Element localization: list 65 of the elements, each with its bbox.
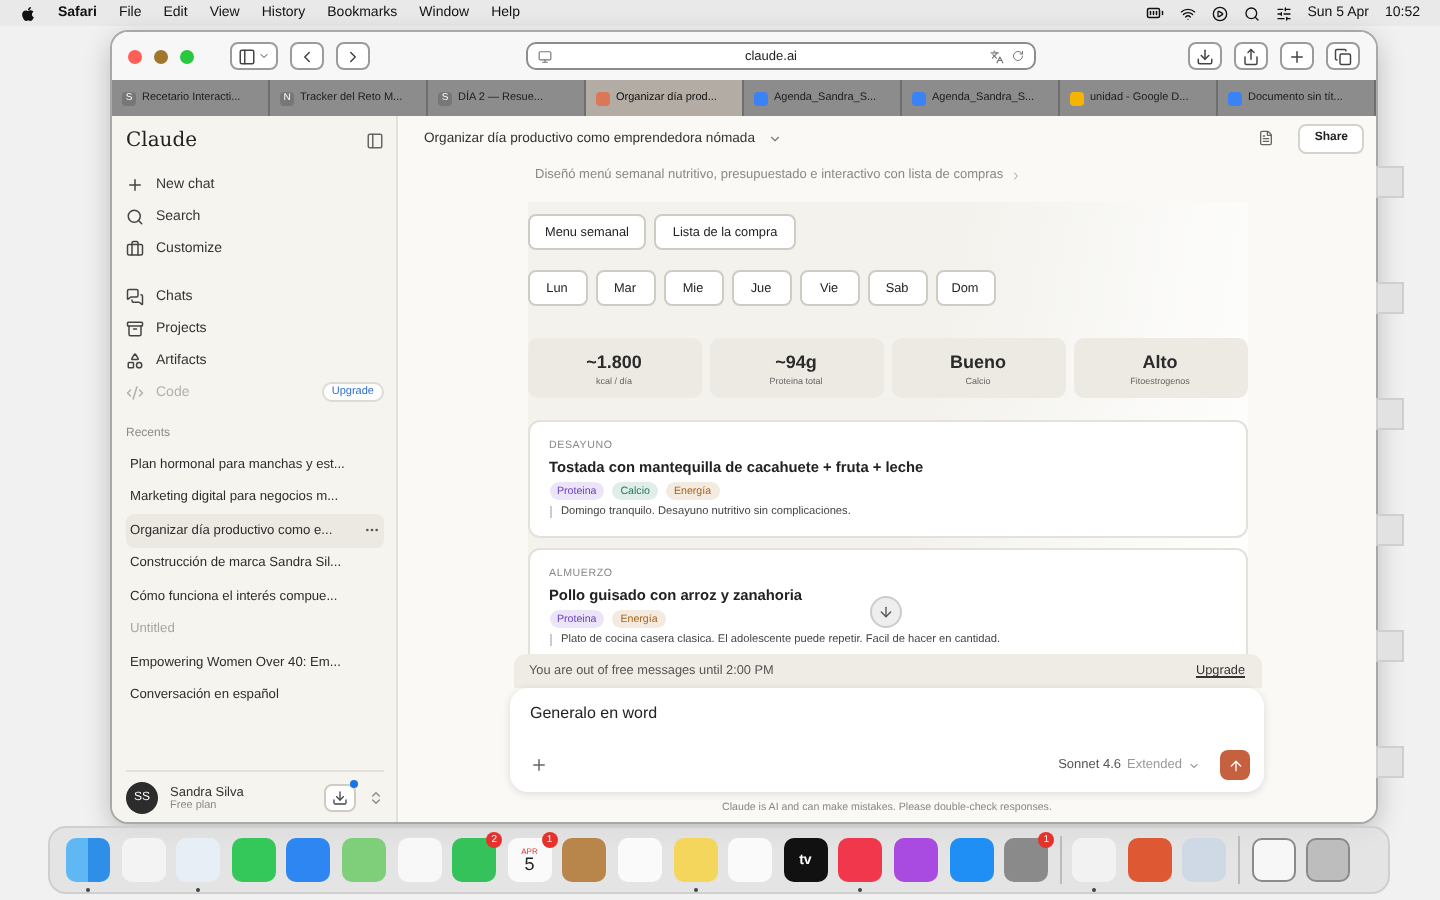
message-input[interactable]: Generalo en word (530, 704, 1250, 722)
chevrons-icon[interactable] (368, 790, 384, 806)
screenshot-thumbnail[interactable] (1376, 166, 1404, 198)
arrow-up-icon (1227, 757, 1243, 773)
chat-bubbles-icon (126, 287, 144, 305)
sidebar-toggle-icon[interactable] (366, 131, 384, 149)
play-icon[interactable] (1211, 5, 1228, 21)
control-center-icon[interactable] (1275, 5, 1292, 21)
archive-icon (126, 319, 144, 337)
add-icon[interactable] (530, 756, 548, 774)
back-icon (298, 47, 316, 65)
send-button[interactable] (1220, 750, 1250, 780)
reload-icon[interactable] (1012, 50, 1024, 62)
download-icon (1196, 47, 1214, 65)
stat-value: ~1.800 (586, 351, 642, 371)
screenshot-thumbnail[interactable] (1376, 514, 1404, 546)
new-tab-button[interactable] (1280, 42, 1314, 70)
forward-button[interactable] (336, 42, 370, 70)
chevron-down-icon[interactable] (767, 131, 781, 145)
document-icon[interactable] (1258, 130, 1275, 146)
arrow-down-icon (878, 604, 894, 620)
docs-favicon-icon (912, 91, 926, 105)
apple-logo-icon[interactable] (20, 5, 36, 21)
translate-icon[interactable] (990, 49, 1004, 63)
zoom-button[interactable] (180, 49, 194, 63)
battery-icon[interactable] (1145, 4, 1164, 22)
back-button[interactable] (290, 42, 324, 70)
screenshot-thumbnail[interactable] (1376, 746, 1404, 778)
download-app-button[interactable] (324, 784, 356, 812)
document-app-icon[interactable] (1251, 838, 1296, 882)
page-icon (538, 49, 552, 63)
plus-icon (126, 175, 144, 193)
trash-app-icon[interactable] (1306, 838, 1351, 882)
stat-value: Bueno (950, 351, 1006, 371)
stat-value: Alto (1142, 351, 1178, 371)
download-button[interactable] (1188, 42, 1222, 70)
chevron-down-icon (1188, 759, 1200, 771)
stat-value: ~94g (775, 351, 817, 371)
code-icon (126, 383, 144, 401)
sidebar-toggle-button[interactable] (230, 42, 278, 70)
wifi-icon[interactable] (1179, 5, 1196, 21)
app-logo: Claude (126, 129, 198, 151)
share-icon (1242, 47, 1260, 65)
plus-icon (1288, 47, 1306, 65)
close-button[interactable] (128, 49, 142, 63)
calendar-day: 5 (524, 855, 535, 873)
search-icon (126, 207, 144, 225)
sidebar-icon (238, 47, 256, 65)
chevron-down-icon (258, 50, 270, 62)
tabs-icon (1334, 47, 1352, 65)
screenshot-thumbnail[interactable] (1376, 398, 1404, 430)
docs-favicon-icon (754, 91, 768, 105)
share-button[interactable] (1234, 42, 1268, 70)
search-icon[interactable] (1243, 5, 1260, 21)
docs-favicon-icon (1228, 91, 1242, 105)
claude-favicon-icon (596, 91, 610, 105)
drive-favicon-icon (1070, 91, 1084, 105)
download-icon (332, 790, 348, 806)
forward-icon (344, 47, 362, 65)
screenshot-thumbnail[interactable] (1376, 282, 1404, 314)
shapes-icon (126, 351, 144, 369)
briefcase-icon (126, 239, 144, 257)
tab-overview-button[interactable] (1326, 42, 1360, 70)
minimize-button[interactable] (154, 49, 168, 63)
screenshot-thumbnail[interactable] (1376, 630, 1404, 662)
